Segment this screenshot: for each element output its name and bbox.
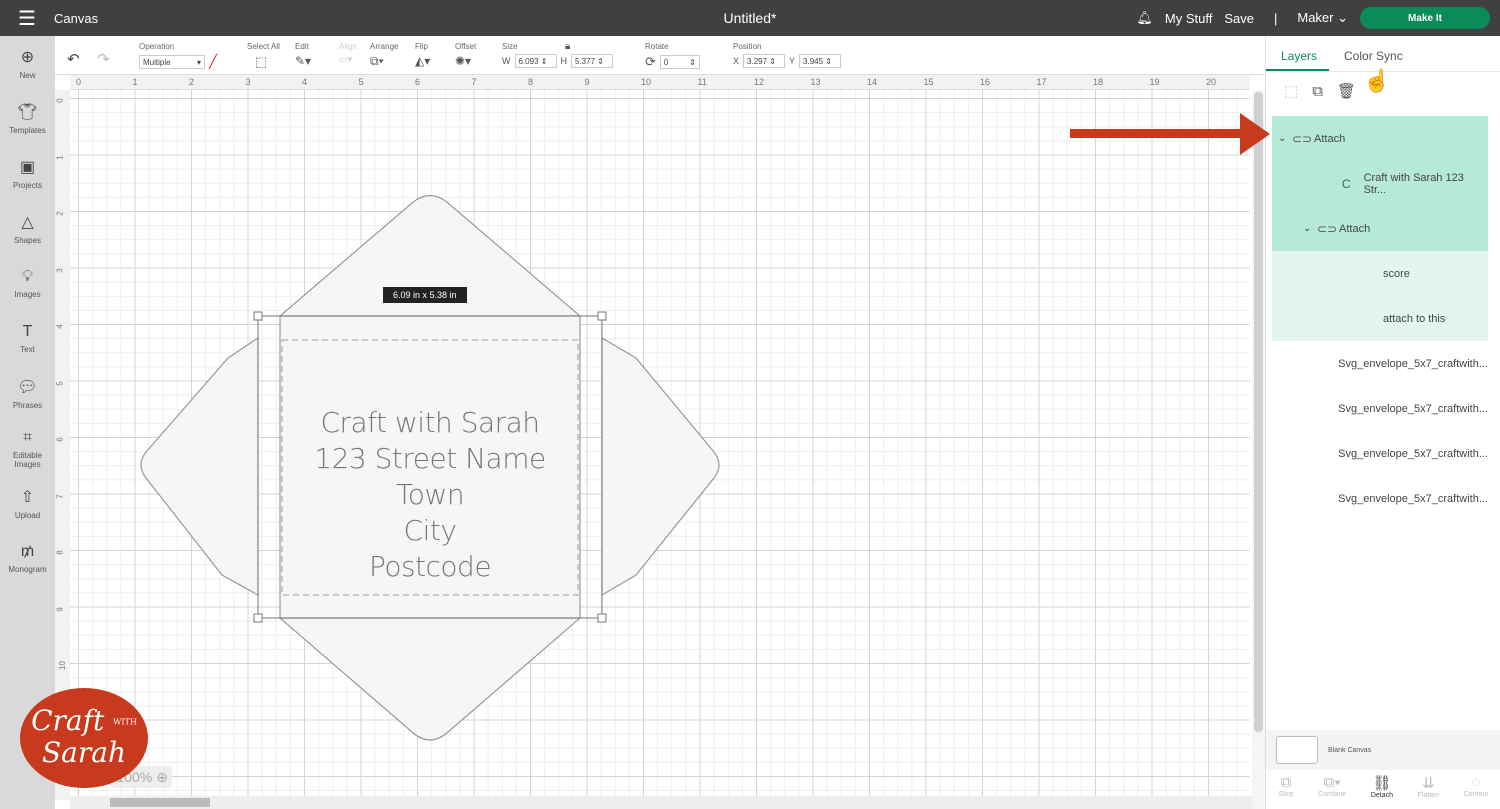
vertical-scrollbar[interactable] — [1252, 90, 1265, 809]
tab-color-sync[interactable]: Color Sync — [1329, 36, 1415, 71]
attach-icon: ⊂⊃ — [1292, 131, 1313, 146]
flatten-icon: ⇊ — [1422, 775, 1435, 792]
group-icon[interactable]: ⬚ — [1284, 82, 1298, 100]
layer-label: Attach — [1339, 222, 1371, 235]
resize-handle — [253, 311, 263, 321]
layer-item[interactable]: Svg_envelope_5x7_craftwith... — [1272, 431, 1488, 476]
layer-item[interactable]: ⌄ ⊂⊃ Attach — [1272, 116, 1488, 161]
address-line: 123 Street Name — [314, 442, 546, 475]
layer-item[interactable]: ⌄ ⊂⊃ Attach — [1272, 206, 1488, 251]
tool-label: Detach — [1370, 792, 1394, 799]
layer-label: Svg_envelope_5x7_craftwith... — [1338, 402, 1488, 415]
layer-label: Attach — [1314, 132, 1346, 145]
layer-item[interactable]: attach to this — [1272, 296, 1488, 341]
address-line: Town — [395, 478, 465, 511]
dimension-tooltip: 6.09 in x 5.38 in — [383, 287, 467, 303]
layer-label: Svg_envelope_5x7_craftwith... — [1338, 447, 1488, 460]
layer-label: score — [1383, 267, 1410, 280]
slice-icon: ⧉ — [1280, 774, 1292, 791]
horizontal-scrollbar[interactable] — [70, 796, 1252, 809]
layer-label: attach to this — [1383, 312, 1446, 325]
separator: | — [1273, 10, 1278, 26]
red-arrow-annotation — [1070, 113, 1270, 155]
blank-canvas-swatch — [1276, 736, 1318, 764]
make-it-button[interactable]: Make It — [1360, 7, 1490, 29]
tool-label: Slice — [1278, 791, 1294, 798]
layer-item[interactable]: Svg_envelope_5x7_craftwith... — [1272, 476, 1488, 521]
resize-handle — [253, 613, 263, 623]
detach-button[interactable]: ⛓︎ Detach — [1371, 774, 1393, 799]
chevron-down-icon[interactable]: ⌄ — [1278, 133, 1292, 144]
blank-canvas-label: Blank Canvas — [1328, 746, 1372, 754]
machine-select[interactable]: Maker ⌄ — [1297, 10, 1348, 26]
layer-label: Svg_envelope_5x7_craftwith... — [1338, 492, 1488, 505]
delete-icon[interactable]: 🗑︎ — [1337, 82, 1356, 100]
address-line: Craft with Sarah — [320, 406, 540, 439]
zoom-in-icon[interactable]: ⊕ — [156, 769, 168, 786]
layer-item[interactable]: Svg_envelope_5x7_craftwith... — [1272, 386, 1488, 431]
combine-icon: ⧉▾ — [1323, 774, 1341, 791]
address-text[interactable]: Craft with Sarah 123 Street Name Town City P… — [282, 405, 578, 585]
detach-icon: ⛓︎ — [1372, 775, 1392, 792]
contour-button[interactable]: ◌ Contour — [1464, 774, 1489, 799]
tool-label: Combine — [1318, 791, 1347, 798]
duplicate-icon[interactable]: ⧉ — [1312, 83, 1323, 100]
layer-item[interactable]: C Craft with Sarah 123 Str... — [1272, 161, 1488, 206]
left-flap — [140, 336, 259, 597]
blank-canvas-layer[interactable]: Blank Canvas — [1266, 730, 1500, 770]
hand-cursor-icon: ☝ — [1363, 68, 1391, 93]
tab-layers[interactable]: Layers — [1266, 36, 1330, 71]
layers-panel: Layers Color Sync ⬚ ⧉ 🗑︎ ⌄ ⊂⊃ Attach C Craft… — [1265, 36, 1500, 809]
craft-with-sarah-logo: Craft WITH Sarah — [20, 688, 148, 788]
layer-thumb-icon: C — [1341, 176, 1351, 191]
flatten-button[interactable]: ⇊ Flatten — [1418, 774, 1439, 799]
layer-label: Svg_envelope_5x7_craftwith... — [1338, 357, 1488, 370]
envelope-design[interactable] — [0, 0, 1250, 809]
right-flap — [601, 336, 720, 597]
slice-button[interactable]: ⧉ Slice — [1278, 774, 1293, 799]
layer-item[interactable]: Svg_envelope_5x7_craftwith... — [1272, 341, 1488, 386]
layer-label: Craft with Sarah 123 Str... — [1363, 171, 1464, 196]
address-line: City — [403, 514, 457, 547]
bottom-flap — [278, 617, 582, 741]
resize-handle — [597, 311, 607, 321]
tool-label: Contour — [1463, 791, 1489, 798]
chevron-down-icon[interactable]: ⌄ — [1303, 223, 1317, 234]
combine-button[interactable]: ⧉▾ Combine — [1318, 774, 1346, 799]
resize-handle — [597, 613, 607, 623]
tool-label: Flatten — [1417, 792, 1440, 799]
attach-icon: ⊂⊃ — [1317, 221, 1338, 236]
contour-icon: ◌ — [1471, 774, 1481, 791]
address-line: Postcode — [368, 550, 492, 583]
layer-item[interactable]: score — [1272, 251, 1488, 296]
